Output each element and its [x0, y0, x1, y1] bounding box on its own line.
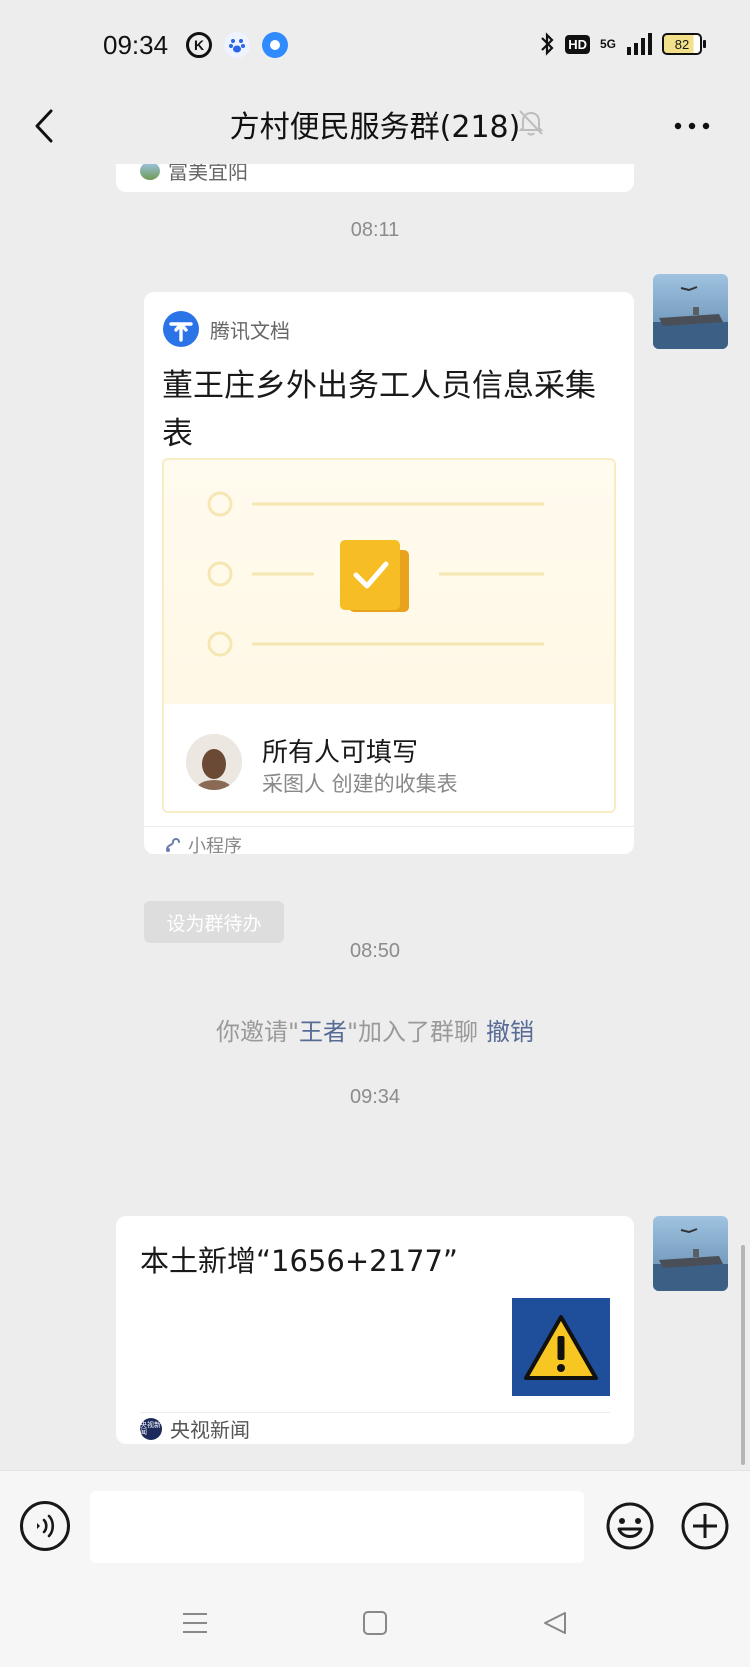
input-bar — [0, 1470, 750, 1580]
system-message-suffix: "加入了群聊 — [347, 1018, 479, 1046]
message-list[interactable]: 富美宜阳 08:11 腾讯文档 董王庄乡外出务工人员信息采集表 所有人可填写 采… — [0, 164, 750, 1470]
form-illustration — [164, 460, 614, 704]
tencent-doc-card[interactable]: 腾讯文档 董王庄乡外出务工人员信息采集表 所有人可填写 采图人 创建的收集表 小… — [144, 292, 634, 857]
doc-brand-label: 腾讯文档 — [210, 318, 290, 343]
warning-icon — [524, 1315, 598, 1380]
baidu-paw-icon — [224, 32, 250, 58]
previous-message-card[interactable]: 富美宜阳 — [116, 164, 634, 192]
more-functions-button[interactable] — [680, 1501, 730, 1551]
hd-badge: HD — [565, 34, 590, 54]
previous-card-source: 富美宜阳 — [140, 164, 248, 185]
mini-program-label: 小程序 — [188, 836, 242, 857]
back-triangle-icon — [544, 1612, 566, 1634]
news-title: 本土新增“1656+2177” — [140, 1244, 458, 1278]
circle-app-icon — [262, 32, 288, 58]
back-nav-button[interactable] — [530, 1600, 580, 1646]
home-nav-button[interactable] — [350, 1600, 400, 1646]
voice-icon — [37, 1514, 55, 1538]
signal-icon — [627, 33, 652, 55]
status-time: 09:34 — [103, 30, 169, 60]
system-message: 你邀请"王者"加入了群聊 撤销 — [0, 1012, 750, 1047]
network-type-label: 5G — [599, 37, 616, 51]
carrier-avatar-image — [653, 1216, 728, 1291]
smile-icon — [606, 1502, 654, 1550]
invitee-name-link[interactable]: 王者 — [299, 1018, 347, 1046]
timestamp: 09:34 — [349, 1086, 401, 1108]
carrier-avatar-image — [653, 274, 728, 349]
system-message-prefix: 你邀请" — [215, 1018, 299, 1046]
cctv-news-icon: 央视新闻 — [140, 1417, 162, 1440]
divider — [144, 826, 634, 827]
bluetooth-icon — [541, 32, 554, 56]
doc-preview: 所有人可填写 采图人 创建的收集表 — [162, 458, 616, 813]
status-notification-icons: K — [186, 32, 288, 58]
timestamp: 08:11 — [350, 219, 400, 241]
home-square-icon — [363, 1611, 387, 1635]
news-thumbnail — [512, 1298, 610, 1396]
timestamp: 08:50 — [349, 940, 401, 962]
more-dots-icon — [674, 122, 710, 130]
news-link-card[interactable]: 本土新增“1656+2177” 央视新闻 央视新闻 — [116, 1216, 634, 1444]
avatar[interactable] — [653, 274, 728, 349]
creator-info: 采图人 创建的收集表 — [262, 772, 458, 796]
mute-bell-icon — [518, 110, 544, 136]
chat-header: 方村便民服务群(218) — [0, 92, 750, 164]
form-info: 所有人可填写 采图人 创建的收集表 — [164, 704, 614, 811]
voice-input-button[interactable] — [20, 1501, 70, 1551]
chat-title: 方村便民服务群(218) — [229, 110, 521, 145]
news-source: 央视新闻 央视新闻 — [140, 1414, 250, 1443]
avatar[interactable] — [653, 1216, 728, 1291]
emoji-button[interactable] — [605, 1501, 655, 1551]
more-options-button[interactable] — [664, 100, 720, 152]
tencent-docs-icon — [163, 311, 199, 347]
k-app-icon: K — [186, 32, 212, 58]
revoke-link[interactable]: 撤销 — [486, 1018, 534, 1046]
menu-nav-button[interactable] — [170, 1600, 220, 1646]
battery-icon: 82 — [662, 33, 706, 55]
permission-label: 所有人可填写 — [262, 738, 419, 768]
status-system-icons: HD 5G 82 — [539, 32, 706, 56]
system-navigation-bar — [0, 1580, 750, 1667]
menu-icon — [183, 1613, 207, 1633]
status-bar: 09:34 K HD 5G 82 — [0, 0, 750, 92]
set-group-todo-button[interactable]: 设为群待办 — [144, 901, 284, 943]
news-source-label: 央视新闻 — [170, 1418, 250, 1442]
previous-card-source-label: 富美宜阳 — [168, 164, 248, 184]
source-thumbnail — [140, 164, 160, 180]
scrollbar[interactable] — [741, 1245, 745, 1465]
mini-program-tag: 小程序 — [164, 832, 242, 858]
doc-card-header: 腾讯文档 — [162, 310, 290, 348]
battery-level: 82 — [674, 36, 690, 52]
creator-avatar — [186, 734, 242, 790]
message-input[interactable] — [90, 1491, 584, 1563]
divider — [140, 1412, 610, 1413]
doc-title: 董王庄乡外出务工人员信息采集表 — [162, 368, 596, 452]
plus-icon — [681, 1502, 729, 1550]
mini-program-icon — [166, 838, 180, 852]
